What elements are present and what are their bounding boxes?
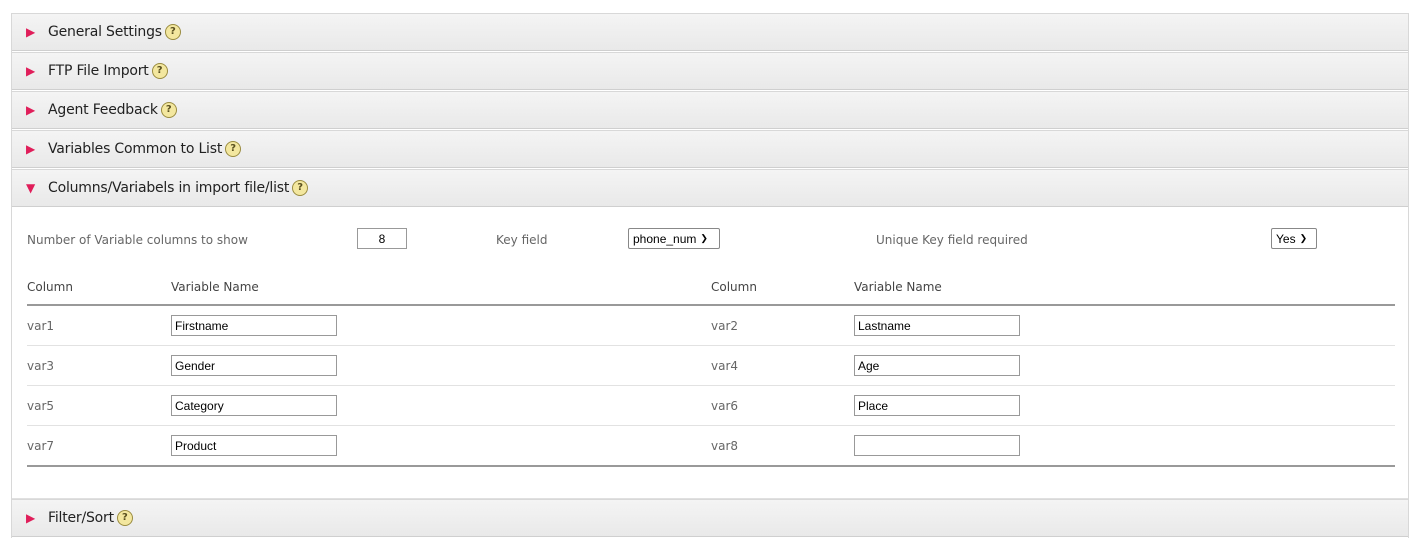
section-title: Agent Feedback [48,102,158,118]
variables-table: Column Variable Name Column Variable Nam… [27,270,1395,467]
variable-name-input[interactable] [171,315,337,336]
settings-accordion: ▶ General Settings ? ▶ FTP File Import ?… [11,13,1409,538]
column-id: var5 [27,385,171,426]
variable-name-header: Variable Name [171,270,711,306]
variable-cell [171,305,711,346]
variable-name-input[interactable] [854,435,1020,456]
section-title: Columns/Variabels in import file/list [48,180,290,196]
triangle-right-icon: ▶ [26,142,36,156]
column-header: Column [711,270,854,306]
help-icon[interactable]: ? [292,180,309,196]
help-icon[interactable]: ? [160,102,177,118]
help-icon[interactable]: ? [116,510,133,526]
variable-cell [171,345,711,386]
variable-name-input[interactable] [854,395,1020,416]
key-field-value: phone_num [633,231,697,246]
table-header-row: Column Variable Name Column Variable Nam… [27,270,1395,306]
variable-cell [171,385,711,426]
triangle-right-icon: ▶ [26,25,36,39]
section-columns-variables[interactable]: ▼ Columns/Variabels in import file/list … [12,169,1408,207]
section-title: General Settings [48,24,162,40]
column-id: var1 [27,305,171,346]
section-variables-common[interactable]: ▶ Variables Common to List ? [12,130,1408,168]
section-general-settings[interactable]: ▶ General Settings ? [12,13,1408,51]
help-icon[interactable]: ? [164,24,181,40]
table-row: var3 var4 [27,345,1395,386]
variable-cell [854,345,1395,386]
columns-variables-panel: Number of Variable columns to show Key f… [12,208,1408,499]
section-agent-feedback[interactable]: ▶ Agent Feedback ? [12,91,1408,129]
variable-name-input[interactable] [854,355,1020,376]
triangle-right-icon: ▶ [26,64,36,78]
triangle-right-icon: ▶ [26,103,36,117]
section-ftp-file-import[interactable]: ▶ FTP File Import ? [12,52,1408,90]
column-id: var2 [711,305,854,346]
unique-key-select[interactable]: Yes ❯ [1271,228,1317,249]
variable-name-input[interactable] [171,395,337,416]
help-icon[interactable]: ? [225,141,242,157]
variable-name-header: Variable Name [854,270,1395,306]
triangle-right-icon: ▶ [26,511,36,525]
key-field-label: Key field [496,233,548,247]
num-columns-input[interactable] [357,228,407,249]
variable-name-input[interactable] [171,435,337,456]
unique-key-value: Yes [1276,231,1296,246]
variable-name-input[interactable] [854,315,1020,336]
help-icon[interactable]: ? [151,63,168,79]
section-title: Variables Common to List [48,141,223,157]
table-row: var7 var8 [27,425,1395,467]
chevron-down-icon: ❯ [700,233,708,243]
variable-cell [854,305,1395,346]
unique-key-label: Unique Key field required [876,233,1028,247]
variable-cell [854,425,1395,467]
panel-controls: Number of Variable columns to show Key f… [27,228,1387,252]
column-id: var7 [27,425,171,467]
table-row: var1 var2 [27,305,1395,346]
triangle-down-icon: ▼ [26,181,36,195]
variable-cell [171,425,711,467]
column-id: var3 [27,345,171,386]
table-row: var5 var6 [27,385,1395,426]
section-title: Filter/Sort [48,510,114,526]
section-title: FTP File Import [48,63,149,79]
variable-name-input[interactable] [171,355,337,376]
chevron-down-icon: ❯ [1299,233,1308,243]
num-columns-label: Number of Variable columns to show [27,233,248,247]
column-header: Column [27,270,171,306]
column-id: var6 [711,385,854,426]
variable-cell [854,385,1395,426]
key-field-select[interactable]: phone_num ❯ [628,228,720,249]
section-filter-sort[interactable]: ▶ Filter/Sort ? [12,499,1408,537]
column-id: var8 [711,425,854,467]
column-id: var4 [711,345,854,386]
